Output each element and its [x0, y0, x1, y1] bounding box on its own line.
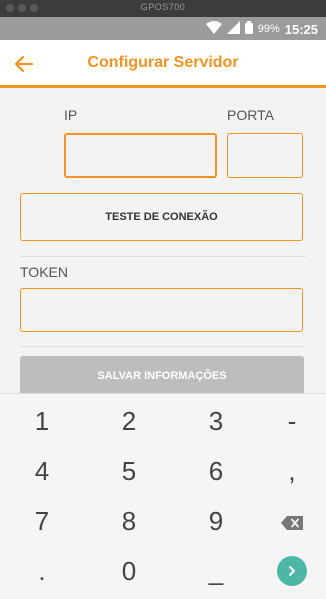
key-period[interactable]: . — [2, 546, 82, 596]
go-key[interactable] — [252, 546, 326, 596]
backspace-icon — [281, 506, 303, 537]
page-title: Configurar Servidor — [87, 54, 239, 71]
key-7[interactable]: 7 — [2, 496, 82, 546]
key-2[interactable]: 2 — [89, 396, 169, 446]
window-title: GPOS700 — [140, 2, 186, 12]
token-input[interactable] — [20, 288, 303, 332]
key-0[interactable]: 0 — [89, 546, 169, 596]
battery-percentage: 99% — [257, 23, 280, 35]
status-bar: 99% 15:25 — [0, 17, 326, 40]
divider — [20, 256, 306, 257]
backspace-key[interactable] — [252, 496, 326, 546]
battery-icon — [244, 21, 253, 37]
test-connection-label: TESTE DE CONEXÃO — [105, 211, 218, 223]
divider — [20, 346, 306, 347]
clock: 15:25 — [284, 21, 318, 37]
numeric-keyboard: 1 2 3 - 4 5 6 , 7 8 9 . 0 _ — [0, 393, 326, 599]
key-8[interactable]: 8 — [89, 496, 169, 546]
app-bar: Configurar Servidor — [0, 40, 326, 88]
key-9[interactable]: 9 — [176, 496, 256, 546]
signal-icon — [226, 21, 240, 37]
save-info-button[interactable]: SALVAR INFORMAÇÕES — [20, 356, 304, 396]
test-connection-button[interactable]: TESTE DE CONEXÃO — [20, 193, 303, 241]
go-button[interactable] — [277, 556, 307, 586]
port-label: PORTA — [227, 107, 274, 123]
wifi-icon — [205, 21, 222, 37]
key-1[interactable]: 1 — [2, 396, 82, 446]
window-titlebar: GPOS700 — [0, 0, 326, 17]
key-comma[interactable]: , — [252, 446, 326, 496]
port-input[interactable] — [227, 133, 303, 178]
token-label: TOKEN — [20, 264, 68, 280]
save-info-label: SALVAR INFORMAÇÕES — [97, 370, 227, 382]
key-space[interactable]: _ — [176, 546, 256, 596]
chevron-right-icon — [289, 566, 295, 576]
key-minus[interactable]: - — [252, 396, 326, 446]
ip-input[interactable] — [64, 133, 217, 178]
key-4[interactable]: 4 — [2, 446, 82, 496]
key-5[interactable]: 5 — [89, 446, 169, 496]
server-config-form: IP PORTA TESTE DE CONEXÃO TOKEN SALVAR I… — [0, 88, 326, 396]
key-6[interactable]: 6 — [176, 446, 256, 496]
key-3[interactable]: 3 — [176, 396, 256, 446]
ip-label: IP — [64, 107, 78, 123]
